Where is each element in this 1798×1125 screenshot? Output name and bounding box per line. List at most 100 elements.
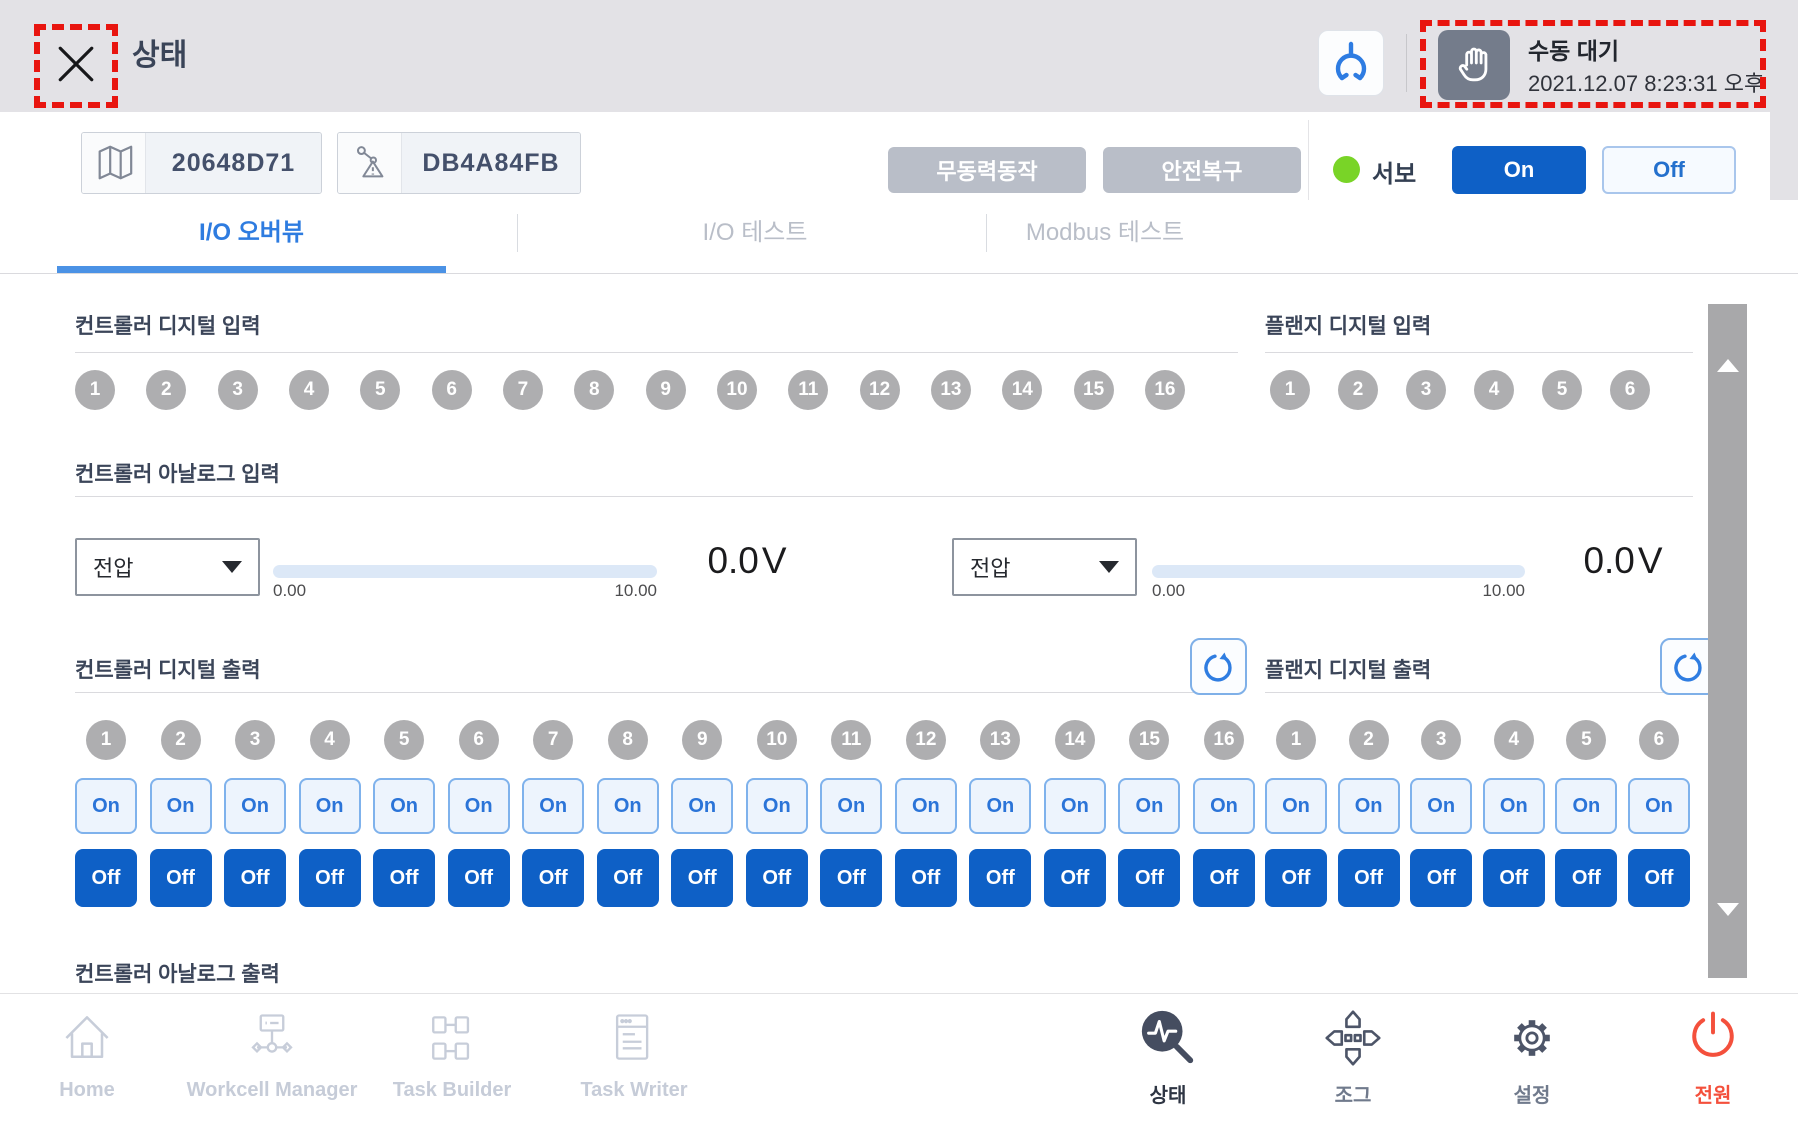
controller-digital-input-channel-8: 8	[574, 370, 614, 410]
controller-output-8-on-button[interactable]: On	[597, 778, 659, 834]
controller-digital-output-channel-2: 2	[161, 720, 201, 760]
servo-on-button[interactable]: On	[1452, 146, 1586, 194]
section-divider	[75, 496, 1693, 497]
controller-digital-input-channel-15: 15	[1074, 370, 1114, 410]
controller-output-14-off-button[interactable]: Off	[1044, 849, 1106, 907]
analog-input-1-range: 0.00 10.00	[273, 581, 657, 601]
controller-output-6-on-button[interactable]: On	[448, 778, 510, 834]
controller-output-4-off-button[interactable]: Off	[299, 849, 361, 907]
controller-digital-input-channel-13: 13	[931, 370, 971, 410]
flange-output-5-on-button[interactable]: On	[1555, 778, 1617, 834]
flange-output-4-on-button[interactable]: On	[1483, 778, 1545, 834]
controller-output-7-off-button[interactable]: Off	[522, 849, 584, 907]
controller-output-12-off-button[interactable]: Off	[895, 849, 957, 907]
tab-modbus-test[interactable]: Modbus 테스트	[999, 200, 1211, 266]
nav-power[interactable]: 전원	[1593, 1006, 1798, 1108]
flange-digital-output-grid: 1OnOff2OnOff3OnOff4OnOff5OnOff6OnOff	[1265, 720, 1690, 907]
flange-output-3-on-button[interactable]: On	[1410, 778, 1472, 834]
flange-output-column-1: 1OnOff	[1265, 720, 1327, 907]
controller-output-refresh-button[interactable]	[1190, 638, 1247, 695]
controller-output-5-on-button[interactable]: On	[373, 778, 435, 834]
controller-output-15-on-button[interactable]: On	[1118, 778, 1180, 834]
controller-output-2-off-button[interactable]: Off	[150, 849, 212, 907]
controller-digital-input-channel-10: 10	[717, 370, 757, 410]
flange-output-6-off-button[interactable]: Off	[1628, 849, 1690, 907]
controller-output-9-on-button[interactable]: On	[671, 778, 733, 834]
flange-digital-input-channel-2: 2	[1338, 370, 1378, 410]
backdrive-button[interactable]: 무동력동작	[888, 147, 1086, 193]
safety-id-badge[interactable]: DB4A84FB	[337, 132, 581, 194]
flange-digital-input-channel-4: 4	[1474, 370, 1514, 410]
controller-digital-input-channel-9: 9	[646, 370, 686, 410]
controller-digital-output-title: 컨트롤러 디지털 출력	[75, 654, 261, 684]
scrollbar[interactable]	[1708, 304, 1747, 978]
flange-output-5-off-button[interactable]: Off	[1555, 849, 1617, 907]
flange-output-column-3: 3OnOff	[1410, 720, 1472, 907]
flange-output-1-on-button[interactable]: On	[1265, 778, 1327, 834]
flange-output-4-off-button[interactable]: Off	[1483, 849, 1545, 907]
robot-serial-badge[interactable]: 20648D71	[81, 132, 322, 194]
controller-output-2-on-button[interactable]: On	[150, 778, 212, 834]
controller-output-column-1: 1OnOff	[75, 720, 137, 907]
controller-output-column-9: 9 On Off	[671, 720, 733, 907]
safety-recovery-button[interactable]: 안전복구	[1103, 147, 1301, 193]
controller-output-10-off-button[interactable]: Off	[746, 849, 808, 907]
flange-digital-output-channel-6: 6	[1639, 720, 1679, 760]
controller-output-6-off-button[interactable]: Off	[448, 849, 510, 907]
controller-output-12-on-button[interactable]: On	[895, 778, 957, 834]
nav-task-writer[interactable]: Task Writer	[514, 1006, 754, 1102]
controller-output-5-off-button[interactable]: Off	[373, 849, 435, 907]
home-icon	[57, 1006, 117, 1070]
task-writer-icon	[604, 1006, 664, 1070]
flange-output-2-off-button[interactable]: Off	[1338, 849, 1400, 907]
controller-output-4-on-button[interactable]: On	[299, 778, 361, 834]
controller-output-3-on-button[interactable]: On	[224, 778, 286, 834]
flange-digital-output-title: 플랜지 디지털 출력	[1265, 654, 1431, 684]
flange-output-2-on-button[interactable]: On	[1338, 778, 1400, 834]
controller-output-7-on-button[interactable]: On	[522, 778, 584, 834]
flange-digital-input-channel-6: 6	[1610, 370, 1650, 410]
jog-dpad-icon	[1323, 1006, 1383, 1070]
controller-digital-output-channel-16: 16	[1204, 720, 1244, 760]
gripper-icon	[1327, 39, 1375, 87]
scroll-down-arrow[interactable]	[1717, 903, 1739, 916]
servo-off-button[interactable]: Off	[1602, 146, 1736, 194]
analog-input-1-mode-select[interactable]: 전압	[75, 538, 260, 596]
gripper-button[interactable]	[1318, 30, 1384, 96]
controller-digital-output-channel-10: 10	[757, 720, 797, 760]
controller-output-11-on-button[interactable]: On	[820, 778, 882, 834]
controller-output-1-off-button[interactable]: Off	[75, 849, 137, 907]
robot-mode-label: 수동 대기	[1528, 32, 1619, 66]
controller-digital-output-channel-12: 12	[906, 720, 946, 760]
flange-output-6-on-button[interactable]: On	[1628, 778, 1690, 834]
controller-output-3-off-button[interactable]: Off	[224, 849, 286, 907]
controller-output-column-10: 10 On Off	[746, 720, 808, 907]
scroll-up-arrow[interactable]	[1717, 359, 1739, 372]
close-button[interactable]	[48, 36, 104, 92]
controller-output-1-on-button[interactable]: On	[75, 778, 137, 834]
tab-io-overview[interactable]: I/O 오버뷰	[57, 200, 446, 266]
controller-output-8-off-button[interactable]: Off	[597, 849, 659, 907]
controller-output-9-off-button[interactable]: Off	[671, 849, 733, 907]
flange-output-3-off-button[interactable]: Off	[1410, 849, 1472, 907]
analog-input-2-mode-select[interactable]: 전압	[952, 538, 1137, 596]
io-overview-panel: 컨트롤러 디지털 입력 플랜지 디지털 입력 12345678910111213…	[0, 274, 1798, 993]
controller-digital-input-channel-2: 2	[146, 370, 186, 410]
controller-output-14-on-button[interactable]: On	[1044, 778, 1106, 834]
controller-analog-input-title: 컨트롤러 아날로그 입력	[75, 458, 280, 488]
controller-digital-output-channel-9: 9	[682, 720, 722, 760]
controller-output-16-off-button[interactable]: Off	[1193, 849, 1255, 907]
controller-output-10-on-button[interactable]: On	[746, 778, 808, 834]
controller-output-16-on-button[interactable]: On	[1193, 778, 1255, 834]
controller-output-15-off-button[interactable]: Off	[1118, 849, 1180, 907]
controller-output-column-6: 6OnOff	[448, 720, 510, 907]
controller-output-13-off-button[interactable]: Off	[969, 849, 1031, 907]
controller-output-11-off-button[interactable]: Off	[820, 849, 882, 907]
controller-output-column-5: 5OnOff	[373, 720, 435, 907]
flange-output-1-off-button[interactable]: Off	[1265, 849, 1327, 907]
tab-io-test[interactable]: I/O 테스트	[560, 200, 950, 266]
controller-output-column-3: 3OnOff	[224, 720, 286, 907]
controller-output-13-on-button[interactable]: On	[969, 778, 1031, 834]
analog-input-2-value: 0.0V	[1548, 540, 1698, 582]
chevron-down-icon	[1099, 561, 1119, 573]
